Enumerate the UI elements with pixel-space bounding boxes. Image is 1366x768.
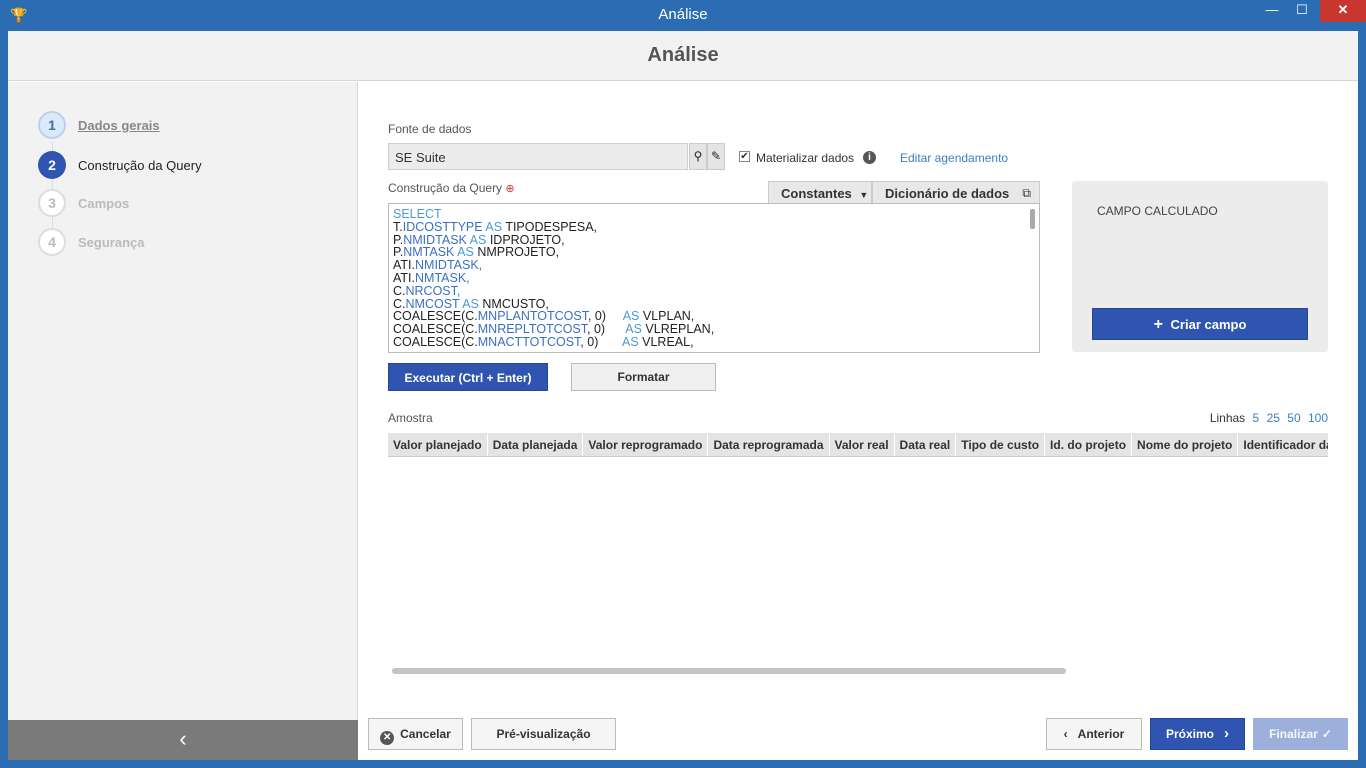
close-button[interactable]: ✕ <box>1320 0 1366 22</box>
editar-agendamento-link[interactable]: Editar agendamento <box>900 151 1008 165</box>
cancelar-label: Cancelar <box>400 727 451 741</box>
formatar-button[interactable]: Formatar <box>571 363 716 391</box>
code-token: VLREAL, <box>642 334 694 349</box>
linhas-label: Linhas <box>1209 411 1246 425</box>
page-title: Análise <box>647 44 719 66</box>
wizard-sidebar: 1 Dados gerais 2 Construção da Query 3 C… <box>8 82 358 760</box>
proximo-button[interactable]: Próximo › <box>1150 718 1245 750</box>
materializar-checkbox[interactable]: ✔ <box>739 151 750 162</box>
criar-campo-label: Criar campo <box>1170 317 1247 332</box>
minimize-button[interactable]: — <box>1258 0 1286 22</box>
clear-button[interactable]: ✎ <box>707 143 725 170</box>
column-header[interactable]: Valor real <box>830 433 895 456</box>
code-token: AS <box>621 334 643 349</box>
dialog-content: Análise 1 Dados gerais 2 Construção da Q… <box>8 31 1358 760</box>
page-header: Análise <box>8 31 1358 81</box>
amostra-label: Amostra <box>388 411 433 425</box>
linhas-selector: Linhas 5 25 50 100 <box>1210 411 1328 425</box>
plus-icon: + <box>1153 316 1163 333</box>
step-number: 2 <box>38 151 66 179</box>
editor-scrollbar[interactable] <box>1030 209 1035 229</box>
proximo-label: Próximo <box>1165 727 1214 741</box>
eraser-icon: ✎ <box>710 149 722 163</box>
code-line: COALESCE(C.MNACTTOTCOST, 0) AS VLREAL, <box>393 336 714 349</box>
pre-visualizacao-button[interactable]: Pré-visualização <box>471 718 616 750</box>
code-token: , 0) <box>580 334 622 349</box>
campo-calculado-title: CAMPO CALCULADO <box>1097 204 1218 218</box>
check-icon: ✓ <box>1321 727 1332 741</box>
column-header[interactable]: Data planejada <box>488 433 584 456</box>
code-token: MNACTTOTCOST <box>477 334 581 349</box>
application-window: 🏆 Análise — ☐ ✕ Análise 1 Dados gerais 2… <box>0 0 1366 768</box>
column-header[interactable]: Id. do projeto <box>1045 433 1133 456</box>
dicionario-label: Dicionário de dados <box>885 186 1010 201</box>
step-number: 3 <box>38 189 66 217</box>
finalizar-button[interactable]: Finalizar ✓ <box>1253 718 1348 750</box>
window-title: Análise <box>658 6 708 23</box>
search-icon: ⚲ <box>693 149 703 163</box>
query-code[interactable]: SELECT T.IDCOSTTYPE AS TIPODESPESA, P.NMID… <box>393 208 714 349</box>
step-label: Campos <box>78 196 130 211</box>
chevron-left-icon: ‹ <box>179 726 187 751</box>
query-label-text: Construção da Query <box>388 181 503 195</box>
materializar-label: Materializar dados <box>756 151 855 165</box>
column-header[interactable]: Identificador da a <box>1238 433 1328 456</box>
criar-campo-button[interactable]: + Criar campo <box>1092 308 1308 340</box>
linhas-option[interactable]: 50 <box>1287 411 1300 425</box>
step-label: Construção da Query <box>78 158 202 173</box>
cancelar-button[interactable]: ✕ Cancelar <box>368 718 463 750</box>
info-icon[interactable]: i <box>863 151 876 164</box>
linhas-option[interactable]: 25 <box>1267 411 1280 425</box>
sample-table-header: Valor planejado Data planejada Valor repro… <box>388 433 1328 457</box>
anterior-label: Anterior <box>1077 727 1125 741</box>
query-editor[interactable]: SELECT T.IDCOSTTYPE AS TIPODESPESA, P.NMID… <box>388 203 1040 353</box>
finalizar-label: Finalizar <box>1269 727 1318 741</box>
horizontal-scrollbar[interactable] <box>392 668 1066 674</box>
column-header[interactable]: Data reprogramada <box>708 433 830 456</box>
fonte-label: Fonte de dados <box>388 122 472 136</box>
required-icon: ⊕ <box>505 183 515 195</box>
code-token: NMPROJETO, <box>477 245 560 260</box>
anterior-button[interactable]: ‹ Anterior <box>1046 718 1142 750</box>
footer-bar: ✕ Cancelar Pré-visualização ‹ Anterior Pró… <box>359 708 1358 760</box>
constantes-dropdown[interactable]: Constantes ▼ <box>768 181 872 204</box>
external-link-icon: ⧉ <box>1022 186 1031 200</box>
column-header[interactable]: Data real <box>895 433 957 456</box>
maximize-button[interactable]: ☐ <box>1288 0 1316 22</box>
executar-button[interactable]: Executar (Ctrl + Enter) <box>388 363 548 391</box>
column-header[interactable]: Nome do projeto <box>1132 433 1239 456</box>
column-header[interactable]: Tipo de custo <box>956 433 1046 456</box>
title-bar: 🏆 Análise — ☐ ✕ <box>0 0 1366 31</box>
chevron-right-icon: › <box>1224 725 1229 742</box>
campo-calculado-panel: CAMPO CALCULADO + Criar campo <box>1072 181 1328 352</box>
linhas-option[interactable]: 5 <box>1253 411 1260 425</box>
column-header[interactable]: Valor reprogramado <box>583 433 709 456</box>
collapse-sidebar-button[interactable]: ‹ <box>8 720 358 760</box>
query-label: Construção da Query ⊕ <box>388 181 515 195</box>
main-panel: Fonte de dados SE Suite ⚲ ✎ ✔ Materializ… <box>359 82 1358 708</box>
step-number: 1 <box>38 111 66 139</box>
step-label[interactable]: Dados gerais <box>78 118 160 133</box>
close-circle-icon: ✕ <box>380 731 395 745</box>
column-header[interactable]: Valor planejado <box>388 433 488 456</box>
step-label: Segurança <box>78 235 145 250</box>
chevron-left-icon: ‹ <box>1063 727 1068 741</box>
dicionario-dados-button[interactable]: Dicionário de dados ⧉ <box>872 181 1040 204</box>
fonte-de-dados-field[interactable]: SE Suite <box>388 143 688 170</box>
search-button[interactable]: ⚲ <box>689 143 707 170</box>
linhas-option[interactable]: 100 <box>1308 411 1328 425</box>
code-token: COALESCE(C. <box>393 334 478 349</box>
caret-down-icon: ▼ <box>859 190 869 200</box>
step-number: 4 <box>38 228 66 256</box>
constantes-label: Constantes <box>781 186 852 201</box>
